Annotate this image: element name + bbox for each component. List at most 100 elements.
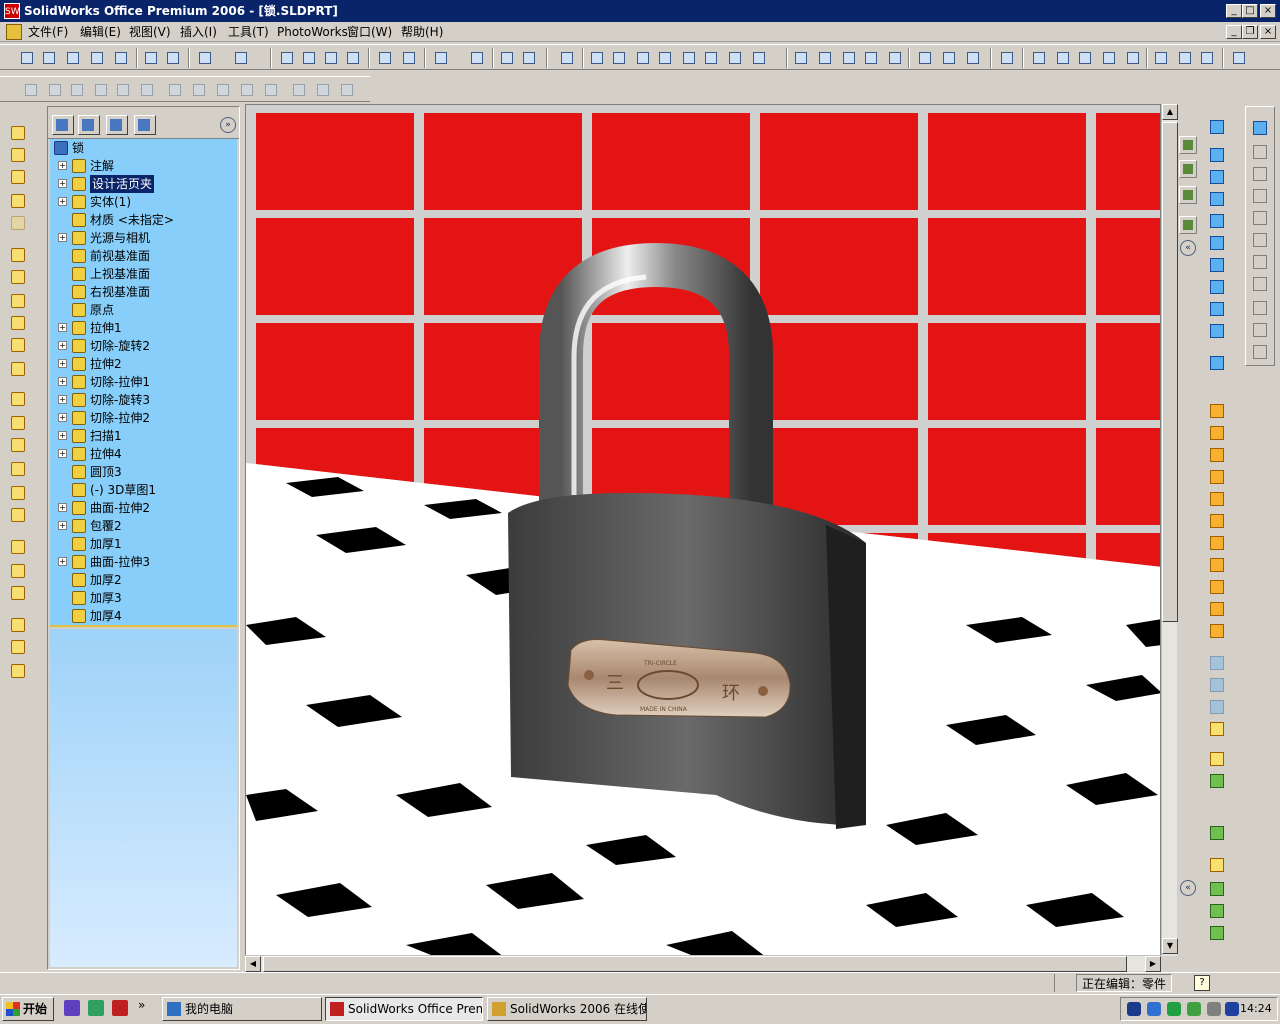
menu-window[interactable]: 窗口(W): [347, 24, 392, 40]
tree-item[interactable]: + 切除-旋转2: [50, 337, 237, 355]
thicken-tool-icon[interactable]: [1208, 622, 1228, 640]
pan-icon[interactable]: [702, 49, 720, 67]
task-pane-library-icon[interactable]: [1179, 160, 1197, 178]
trim-surface-tool-icon[interactable]: [1208, 556, 1228, 574]
measure-icon[interactable]: [558, 49, 576, 67]
add-relation-icon[interactable]: [1251, 299, 1271, 317]
vertical-ordinate-icon[interactable]: [1251, 253, 1271, 271]
reference-geometry-icon[interactable]: [9, 168, 29, 186]
tree-item[interactable]: + 拉伸4: [50, 445, 237, 463]
tree-item[interactable]: 加厚3: [50, 589, 237, 607]
move-face-tool-icon[interactable]: [1208, 698, 1228, 716]
traffic-light-icon[interactable]: [344, 49, 362, 67]
horizontal-scroll-thumb[interactable]: [263, 956, 1127, 972]
realview-icon[interactable]: [964, 49, 982, 67]
expand-plus-icon[interactable]: +: [58, 341, 67, 350]
expand-plus-icon[interactable]: +: [58, 503, 67, 512]
photoworks-options-icon[interactable]: [1124, 49, 1142, 67]
task-pane-collapse-chevron-icon[interactable]: «: [1180, 240, 1196, 256]
line-icon[interactable]: [68, 81, 86, 99]
scroll-left-icon[interactable]: ◀: [245, 956, 261, 972]
draft-icon[interactable]: [9, 360, 29, 378]
expand-plus-icon[interactable]: +: [58, 377, 67, 386]
scroll-up-icon[interactable]: ▲: [1162, 104, 1178, 120]
menu-view[interactable]: 视图(V): [129, 24, 171, 40]
tree-item[interactable]: 圆顶3: [50, 463, 237, 481]
taskbar-solidworks[interactable]: SolidWorks Office Premiu...: [325, 997, 483, 1021]
print-preview-icon[interactable]: [88, 49, 106, 67]
photoworks-decal-icon[interactable]: [1198, 49, 1216, 67]
expand-plus-icon[interactable]: +: [58, 233, 67, 242]
select-filter-icon[interactable]: [300, 49, 318, 67]
photoworks-lights-icon[interactable]: [1230, 49, 1248, 67]
autodimension-icon[interactable]: [1251, 343, 1271, 361]
surface-revolve-tool-icon[interactable]: [1208, 424, 1228, 442]
photoworks-render-selection-icon[interactable]: [1076, 49, 1094, 67]
display-relations-icon[interactable]: [1251, 321, 1271, 339]
rib-icon[interactable]: [9, 484, 29, 502]
tree-item[interactable]: + 设计活页夹: [50, 175, 237, 193]
edit-color-icon[interactable]: [468, 49, 486, 67]
quick-tips-help-icon[interactable]: ?: [1194, 975, 1210, 991]
print-icon[interactable]: [142, 49, 160, 67]
tree-item[interactable]: + 拉伸1: [50, 319, 237, 337]
expand-plus-icon[interactable]: +: [58, 449, 67, 458]
arc-icon[interactable]: [166, 81, 184, 99]
shell-icon[interactable]: [9, 460, 29, 478]
projected-curve-icon[interactable]: [1208, 880, 1228, 898]
split-curve-icon[interactable]: [1208, 902, 1228, 920]
tree-item[interactable]: + 光源与相机: [50, 229, 237, 247]
standard-views-icon[interactable]: [750, 49, 768, 67]
quick-launch-solidworks-icon[interactable]: [112, 1000, 128, 1016]
menu-tools[interactable]: 工具(T): [228, 24, 269, 40]
knit-surface-tool-icon[interactable]: [1208, 600, 1228, 618]
tree-item[interactable]: + 包覆2: [50, 517, 237, 535]
menu-edit[interactable]: 编辑(E): [80, 24, 121, 40]
surface-sweep-tool-icon[interactable]: [1208, 446, 1228, 464]
curve-tools-icon[interactable]: [1208, 750, 1228, 768]
menu-help[interactable]: 帮助(H): [401, 24, 443, 40]
link-view-icon[interactable]: [1208, 354, 1228, 372]
front-view-icon[interactable]: [1208, 146, 1228, 164]
revolved-boss-icon[interactable]: [9, 268, 29, 286]
tree-item[interactable]: 加厚1: [50, 535, 237, 553]
expand-plus-icon[interactable]: +: [58, 359, 67, 368]
surface-loft-tool-icon[interactable]: [1208, 468, 1228, 486]
menu-photoworks[interactable]: PhotoWorks: [277, 24, 348, 40]
sketch-options-icon[interactable]: [432, 49, 450, 67]
replace-face-tool-icon[interactable]: [1208, 676, 1228, 694]
linear-pattern-icon[interactable]: [9, 538, 29, 556]
hidden-lines-visible-icon[interactable]: [816, 49, 834, 67]
tree-item[interactable]: 右视基准面: [50, 283, 237, 301]
planar-surface-tool-icon[interactable]: [1208, 512, 1228, 530]
extruded-boss-icon[interactable]: [9, 246, 29, 264]
quick-launch-more-chevron-icon[interactable]: »: [138, 998, 145, 1012]
shadows-icon[interactable]: [916, 49, 934, 67]
taskbar-solidworks-help[interactable]: SolidWorks 2006 在线使...: [487, 997, 647, 1021]
back-view-icon[interactable]: [1208, 168, 1228, 186]
render-icon[interactable]: [998, 49, 1016, 67]
network-icon[interactable]: [1167, 1002, 1181, 1016]
baseline-dimension-icon[interactable]: [1251, 187, 1271, 205]
redo-icon[interactable]: [232, 49, 250, 67]
maximize-button[interactable]: □: [1242, 4, 1258, 18]
open-file-icon[interactable]: [40, 49, 58, 67]
vertical-dimension-icon[interactable]: [1251, 165, 1271, 183]
photoworks-render-icon[interactable]: [1030, 49, 1048, 67]
tree-item[interactable]: 原点: [50, 301, 237, 319]
menu-file[interactable]: 文件(F): [28, 24, 68, 40]
tree-item[interactable]: 前视基准面: [50, 247, 237, 265]
scroll-down-icon[interactable]: ▼: [1162, 938, 1178, 954]
tree-root[interactable]: 锁: [50, 139, 237, 157]
quick-launch-ie-icon[interactable]: [88, 1000, 104, 1016]
expand-panel-chevron-icon[interactable]: »: [220, 117, 236, 133]
tab-property-manager[interactable]: [78, 115, 100, 135]
offset-icon[interactable]: [190, 81, 208, 99]
start-button[interactable]: 开始: [2, 997, 54, 1021]
mirror-icon[interactable]: [9, 584, 29, 602]
doc-restore-button[interactable]: ❐: [1242, 25, 1258, 39]
hidden-lines-removed-icon[interactable]: [840, 49, 858, 67]
expand-plus-icon[interactable]: +: [58, 557, 67, 566]
horizontal-ordinate-icon[interactable]: [1251, 231, 1271, 249]
expand-plus-icon[interactable]: +: [58, 179, 67, 188]
